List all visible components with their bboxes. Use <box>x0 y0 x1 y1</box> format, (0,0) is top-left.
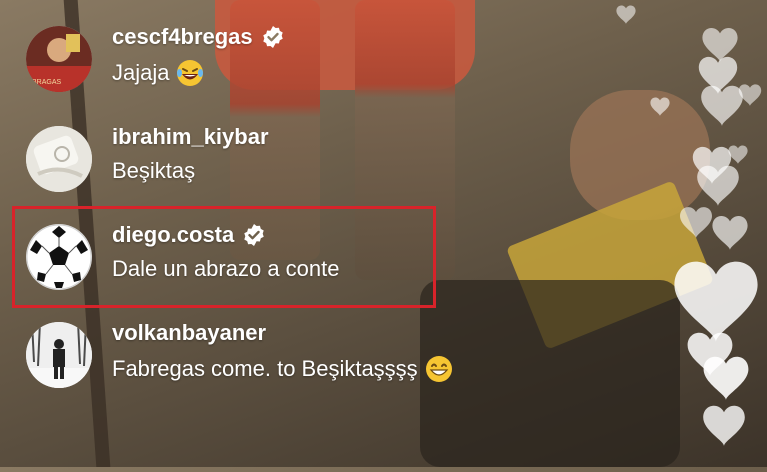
comment-item: ibrahim_kiybar Beşiktaş <box>24 122 504 198</box>
comment-text-value: Fabregas come. to Beşiktaşşşş <box>112 356 418 381</box>
avatar-image: BRAGAS <box>26 26 92 92</box>
floating-hearts <box>600 0 767 467</box>
heart-icon <box>650 97 670 116</box>
grinning-emoji-icon <box>425 356 452 382</box>
comment-text: Beşiktaş <box>112 158 195 184</box>
comment-text-value: Beşiktaş <box>112 158 196 183</box>
heart-icon <box>680 207 712 238</box>
heart-icon <box>616 5 636 24</box>
soccer-ball-icon <box>26 224 92 290</box>
comment-item: diego.costa Dale un abrazo a conte <box>24 220 504 296</box>
heart-icon <box>728 145 748 164</box>
comment-item: BRAGAS cescf4bregas Jajaja <box>24 22 504 98</box>
verified-badge-icon <box>244 224 264 246</box>
username-text: volkanbayaner <box>112 320 267 345</box>
comment-item: volkanbayaner Fabregas come. to Beşiktaş… <box>24 318 504 394</box>
svg-text:BRAGAS: BRAGAS <box>32 79 62 86</box>
avatar-image <box>26 322 92 388</box>
comment-username[interactable]: volkanbayaner <box>112 320 266 346</box>
avatar[interactable] <box>26 224 92 290</box>
heart-icon <box>703 356 749 400</box>
heart-icon <box>674 261 758 342</box>
comment-text: Fabregas come. to Beşiktaşşşş <box>112 354 454 384</box>
username-text: diego.costa <box>112 222 235 247</box>
comment-text: Dale un abrazo a conte <box>112 256 340 282</box>
heart-icons <box>616 5 762 446</box>
comment-username[interactable]: cescf4bregas <box>112 24 285 50</box>
heart-icon <box>701 85 743 126</box>
heart-icon <box>703 405 745 446</box>
comment-username[interactable]: ibrahim_kiybar <box>112 124 269 150</box>
username-text: cescf4bregas <box>112 24 253 49</box>
avatar[interactable] <box>26 322 92 388</box>
heart-icon <box>702 27 738 62</box>
heart-icon <box>712 215 748 250</box>
comment-text-value: Dale un abrazo a conte <box>112 256 340 281</box>
comment-text: Jajaja <box>112 58 205 88</box>
avatar[interactable] <box>26 126 92 192</box>
comment-text-value: Jajaja <box>112 60 170 85</box>
avatar-image <box>26 126 92 192</box>
laughing-tears-emoji-icon <box>177 60 204 86</box>
verified-badge-icon <box>262 26 283 48</box>
username-text: ibrahim_kiybar <box>112 124 269 149</box>
avatar[interactable]: BRAGAS <box>26 26 92 92</box>
live-comment-feed: BRAGAS cescf4bregas Jajaja ibrahim_kiyba… <box>0 0 520 467</box>
comment-username[interactable]: diego.costa <box>112 222 266 248</box>
